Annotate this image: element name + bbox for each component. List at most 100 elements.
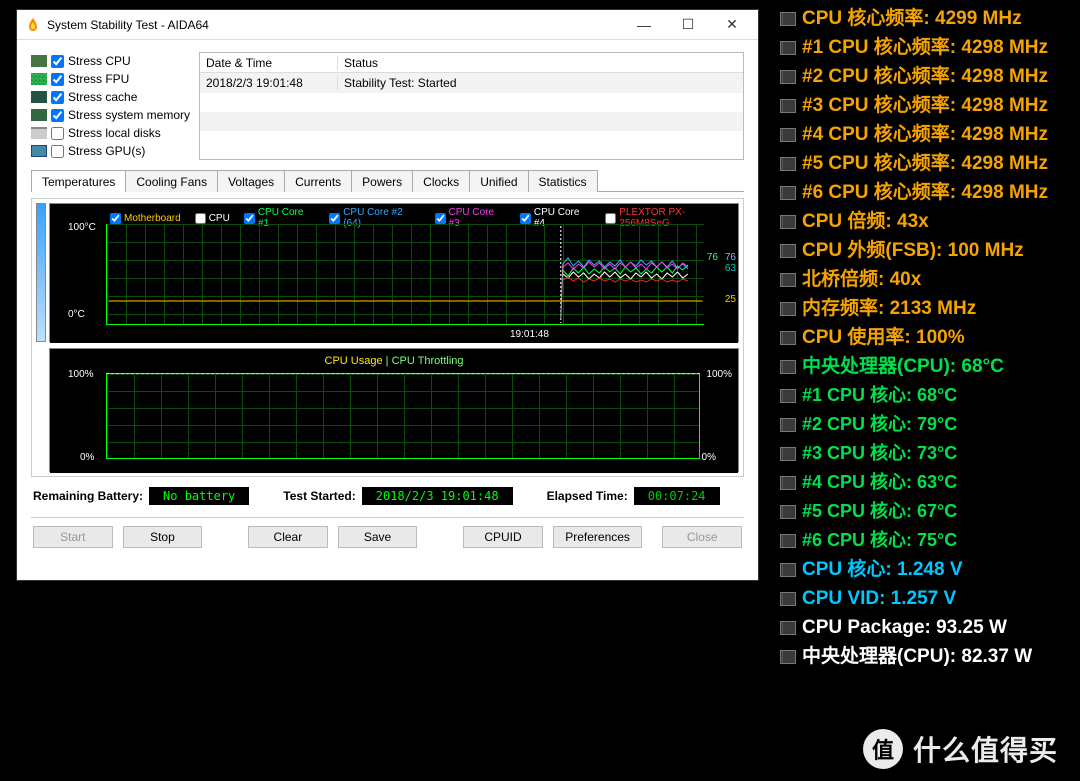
save-button[interactable]: Save [338, 526, 418, 548]
osd-stat: 中央处理器(CPU): 82.37 W [780, 642, 1072, 671]
osd-stat: #6 CPU 核心频率: 4298 MHz [780, 178, 1072, 207]
chip-icon [780, 592, 796, 606]
watermark: 值 什么值得买 [863, 729, 1058, 769]
osd-stat: #3 CPU 核心: 73°C [780, 439, 1072, 468]
minimize-button[interactable]: — [622, 11, 666, 39]
window-title: System Stability Test - AIDA64 [47, 18, 622, 32]
osd-stat: CPU VID: 1.257 V [780, 584, 1072, 613]
tab-clocks[interactable]: Clocks [412, 170, 470, 192]
stress-checkbox[interactable] [51, 91, 64, 104]
osd-stat: #6 CPU 核心: 75°C [780, 526, 1072, 555]
tab-unified[interactable]: Unified [469, 170, 528, 192]
osd-stat: CPU Package: 93.25 W [780, 613, 1072, 642]
close-button[interactable]: ✕ [710, 11, 754, 39]
stress-checkbox[interactable] [51, 109, 64, 122]
osd-stat: 中央处理器(CPU): 68°C [780, 352, 1072, 381]
tab-temperatures[interactable]: Temperatures [31, 170, 126, 192]
readout-25: 25 [725, 294, 736, 305]
stress-checkbox[interactable] [51, 73, 64, 86]
cpu-usage-line [106, 373, 700, 374]
start-button[interactable]: Start [33, 526, 113, 548]
cpu-usage-chart[interactable]: CPU Usage | CPU Throttling 100% 0% 100% … [50, 349, 738, 473]
usage-chart-area: CPU Usage | CPU Throttling 100% 0% 100% … [36, 348, 739, 472]
maximize-button[interactable]: ☐ [666, 11, 710, 39]
chip-icon [780, 389, 796, 403]
titlebar[interactable]: System Stability Test - AIDA64 — ☐ ✕ [17, 10, 758, 40]
osd-stat: CPU 核心: 1.248 V [780, 555, 1072, 584]
chip-icon [780, 99, 796, 113]
tab-powers[interactable]: Powers [351, 170, 413, 192]
osd-stat: CPU 外频(FSB): 100 MHz [780, 236, 1072, 265]
y-right-0: 0% [702, 452, 716, 463]
y-right-100: 100% [706, 369, 732, 380]
log-cell: 2018/2/3 19:01:48 [200, 76, 338, 90]
log-cell: Stability Test: Started [338, 76, 743, 90]
y-left-100: 100% [68, 369, 94, 380]
osd-stat: 北桥倍频: 40x [780, 265, 1072, 294]
chip-icon [780, 70, 796, 84]
temp-scrollbar[interactable] [36, 203, 46, 342]
temperature-chart[interactable]: Motherboard CPU CPU Core #1 CPU Core #2 … [50, 204, 738, 343]
tab-cooling-fans[interactable]: Cooling Fans [125, 170, 218, 192]
battery-label: Remaining Battery: [33, 489, 143, 503]
osd-stat: #4 CPU 核心频率: 4298 MHz [780, 120, 1072, 149]
device-icon [31, 55, 47, 67]
x-axis-timestamp: 19:01:48 [510, 329, 549, 340]
device-icon [31, 109, 47, 121]
graph-tabs: TemperaturesCooling FansVoltagesCurrents… [31, 170, 744, 192]
clear-button[interactable]: Clear [248, 526, 328, 548]
stress-checkbox[interactable] [51, 145, 64, 158]
chip-icon [780, 360, 796, 374]
chip-icon [780, 563, 796, 577]
chip-icon [780, 447, 796, 461]
chip-icon [780, 534, 796, 548]
preferences-button[interactable]: Preferences [553, 526, 643, 548]
stress-label: Stress local disks [68, 126, 161, 140]
osd-stat: CPU 使用率: 100% [780, 323, 1072, 352]
chip-icon [780, 215, 796, 229]
stress-checklist: Stress CPUStress FPUStress cacheStress s… [31, 52, 193, 160]
cpuid-button[interactable]: CPUID [463, 526, 543, 548]
stress-item: Stress GPU(s) [31, 142, 193, 160]
tab-voltages[interactable]: Voltages [217, 170, 285, 192]
readout-76b: 76 [707, 252, 718, 263]
close-dialog-button[interactable]: Close [662, 526, 742, 548]
osd-stat: #2 CPU 核心: 79°C [780, 410, 1072, 439]
elapsed-label: Elapsed Time: [547, 489, 628, 503]
stop-button[interactable]: Stop [123, 526, 203, 548]
chip-icon [780, 157, 796, 171]
watermark-text: 什么值得买 [913, 729, 1058, 769]
aida64-window: System Stability Test - AIDA64 — ☐ ✕ Str… [16, 9, 759, 581]
tab-currents[interactable]: Currents [284, 170, 352, 192]
chip-icon [780, 12, 796, 26]
chip-icon [780, 244, 796, 258]
chip-icon [780, 273, 796, 287]
stress-item: Stress local disks [31, 124, 193, 142]
device-icon [31, 73, 47, 85]
chip-icon [780, 505, 796, 519]
chip-icon [780, 41, 796, 55]
stress-item: Stress FPU [31, 70, 193, 88]
log-col-datetime[interactable]: Date & Time [200, 56, 338, 70]
osd-stat: #5 CPU 核心: 67°C [780, 497, 1072, 526]
event-log-table: Date & Time Status 2018/2/3 19:01:48 Sta… [199, 52, 744, 160]
osd-stat: #4 CPU 核心: 63°C [780, 468, 1072, 497]
stress-checkbox[interactable] [51, 127, 64, 140]
y-left-0: 0% [80, 452, 94, 463]
readout-76a: 76 [725, 252, 736, 263]
stress-label: Stress cache [68, 90, 137, 104]
temperature-chart-area: Motherboard CPU CPU Core #1 CPU Core #2 … [36, 203, 739, 342]
chip-icon [780, 476, 796, 490]
stress-checkbox[interactable] [51, 55, 64, 68]
stress-label: Stress FPU [68, 72, 129, 86]
osd-stat: #5 CPU 核心频率: 4298 MHz [780, 149, 1072, 178]
osd-stat: #1 CPU 核心频率: 4298 MHz [780, 33, 1072, 62]
usage-title: CPU Usage [325, 355, 383, 367]
test-started-label: Test Started: [283, 489, 355, 503]
chip-icon [780, 186, 796, 200]
chip-icon [780, 418, 796, 432]
log-col-status[interactable]: Status [338, 56, 743, 70]
osd-stat: CPU 核心频率: 4299 MHz [780, 4, 1072, 33]
osd-stat: #1 CPU 核心: 68°C [780, 381, 1072, 410]
tab-statistics[interactable]: Statistics [528, 170, 598, 192]
